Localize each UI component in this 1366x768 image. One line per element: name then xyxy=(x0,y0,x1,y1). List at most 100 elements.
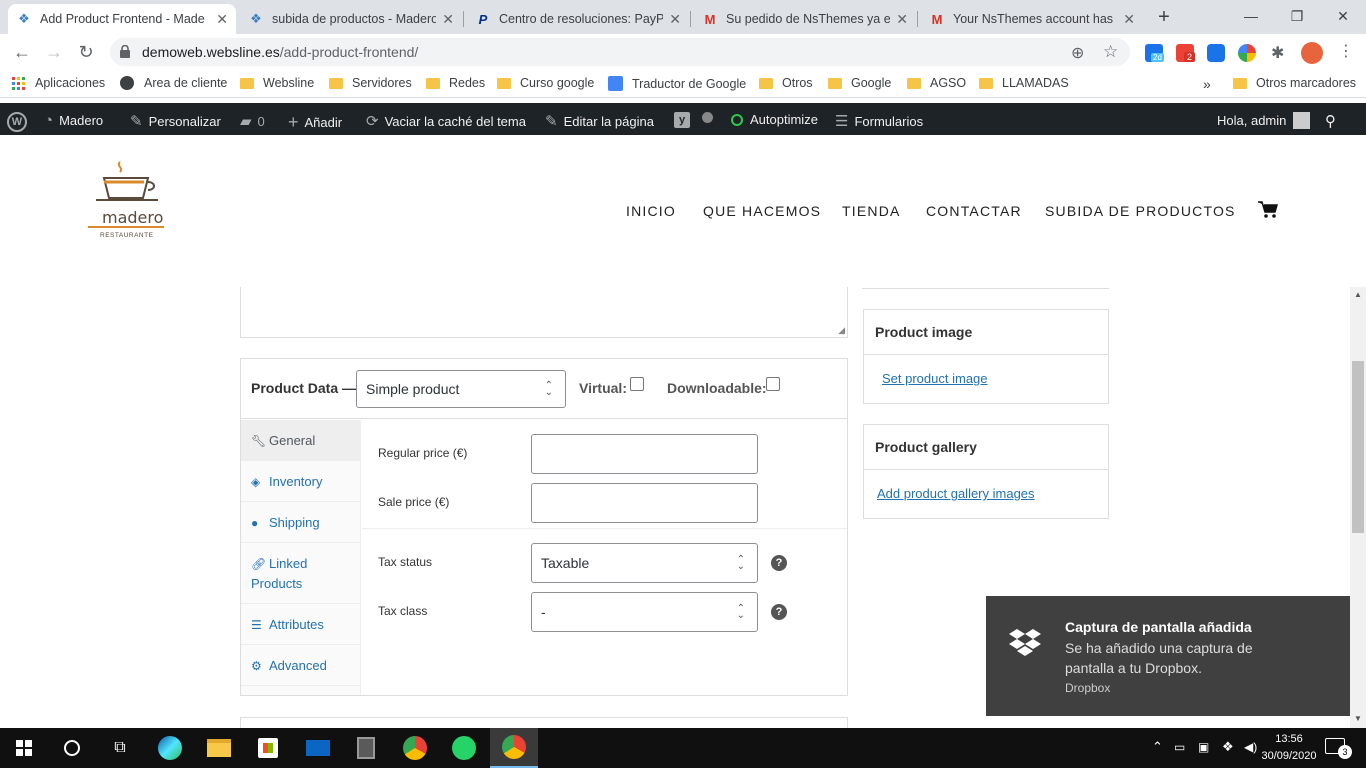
other-bookmarks-folder[interactable]: Otros marcadores xyxy=(1233,76,1356,90)
browser-tab[interactable]: M Your NsThemes account has b ✕ xyxy=(921,4,1143,34)
chrome-icon[interactable] xyxy=(391,728,439,768)
windows-start-icon[interactable] xyxy=(0,728,48,768)
whatsapp-icon[interactable] xyxy=(440,728,488,768)
bookmark-item[interactable]: Traductor de Google xyxy=(608,76,746,91)
add-gallery-images-link[interactable]: Add product gallery images xyxy=(877,486,1035,501)
yoast-seo-icon[interactable]: y xyxy=(674,112,690,128)
bookmark-folder[interactable]: AGSO xyxy=(907,76,966,90)
downloadable-checkbox[interactable] xyxy=(766,377,780,391)
set-product-image-link[interactable]: Set product image xyxy=(882,371,988,386)
bookmark-item[interactable]: Area de cliente xyxy=(120,76,227,90)
forward-arrow-icon[interactable]: → xyxy=(44,42,64,62)
adminbar-add-new[interactable]: + Añadir xyxy=(288,112,342,133)
adminbar-clear-cache[interactable]: ⟳ Vaciar la caché del tema xyxy=(366,112,526,130)
volume-icon[interactable]: ◀) xyxy=(1244,740,1257,754)
tax-class-select[interactable]: - ⌃ ⌄ xyxy=(531,592,758,632)
reload-icon[interactable]: ↻ xyxy=(76,42,96,62)
regular-price-input[interactable] xyxy=(531,434,758,474)
color-picker-extension-icon[interactable] xyxy=(1238,44,1256,62)
close-tab-icon[interactable]: ✕ xyxy=(896,11,908,28)
bookmark-star-icon[interactable]: ☆ xyxy=(1103,42,1118,62)
monitor-icon[interactable]: ▣ xyxy=(1198,740,1209,754)
install-app-icon[interactable]: ⊕ xyxy=(1071,43,1084,63)
browser-tab[interactable]: P Centro de resoluciones: PayPal ✕ xyxy=(467,4,689,34)
nav-que-hacemos[interactable]: QUE HACEMOS xyxy=(703,203,821,219)
bookmark-folder[interactable]: LLAMADAS xyxy=(979,76,1069,90)
nav-contactar[interactable]: CONTACTAR xyxy=(926,203,1022,219)
resize-handle-icon[interactable]: ◢ xyxy=(838,325,845,336)
tray-chevron-icon[interactable]: ⌃ xyxy=(1152,739,1163,755)
scroll-up-arrow-icon[interactable]: ▲ xyxy=(1354,290,1362,299)
adminbar-account[interactable]: Hola, admin xyxy=(1217,112,1311,129)
bookmark-folder[interactable]: Redes xyxy=(426,76,485,90)
cart-icon[interactable] xyxy=(1258,201,1278,222)
chrome-active-icon[interactable] xyxy=(490,728,538,768)
tab-shipping[interactable]: ● Shipping xyxy=(241,502,361,543)
new-tab-button[interactable]: + xyxy=(1152,5,1176,29)
restore-window-icon[interactable]: ❐ xyxy=(1274,0,1320,32)
browser-tab[interactable]: M Su pedido de NsThemes ya est ✕ xyxy=(694,4,916,34)
tax-status-select[interactable]: Taxable ⌃ ⌄ xyxy=(531,543,758,583)
extensions-puzzle-icon[interactable]: ✱ xyxy=(1271,43,1284,63)
adminbar-autoptimize[interactable]: Autoptimize xyxy=(731,112,818,127)
virtual-checkbox[interactable] xyxy=(630,377,644,391)
minimize-window-icon[interactable]: — xyxy=(1228,0,1274,32)
task-view-icon[interactable]: ⧉ xyxy=(96,728,144,768)
mail-app-icon[interactable] xyxy=(294,728,342,768)
bookmark-folder[interactable]: Websline xyxy=(240,76,314,90)
clock-date[interactable]: 30/09/2020 xyxy=(1260,750,1318,762)
chat-extension-icon[interactable] xyxy=(1207,44,1225,62)
nav-subida-de-productos[interactable]: SUBIDA DE PRODUCTOS xyxy=(1045,203,1236,219)
bookmarks-overflow-button[interactable]: » xyxy=(1203,76,1211,92)
adminbar-comments[interactable]: ▰ 0 xyxy=(240,112,265,130)
site-logo[interactable]: madero RESTAURANTE xyxy=(86,158,168,248)
product-type-select[interactable]: Simple product ⌃ ⌄ xyxy=(356,370,566,408)
nav-tienda[interactable]: TIENDA xyxy=(842,203,901,219)
close-tab-icon[interactable]: ✕ xyxy=(669,11,681,28)
tab-linked-products[interactable]: 🔗︎ Linked Products xyxy=(241,543,361,604)
wordpress-logo-icon[interactable]: W xyxy=(7,112,27,132)
tab-inventory[interactable]: ◈ Inventory xyxy=(241,461,361,502)
close-tab-icon[interactable]: ✕ xyxy=(442,11,454,28)
nav-inicio[interactable]: INICIO xyxy=(626,203,676,219)
help-tip-icon[interactable]: ? xyxy=(771,604,787,620)
scroll-down-arrow-icon[interactable]: ▼ xyxy=(1354,714,1362,723)
bookmark-folder[interactable]: Curso google xyxy=(497,76,594,90)
tab-advanced[interactable]: ⚙ Advanced xyxy=(241,645,361,686)
search-icon[interactable]: ⚲ xyxy=(1325,112,1336,130)
bookmark-apps[interactable]: Aplicaciones xyxy=(12,76,105,90)
adminbar-forms[interactable]: ☰ Formularios xyxy=(835,112,923,130)
back-arrow-icon[interactable]: ← xyxy=(12,42,32,62)
browser-menu-icon[interactable]: ⋮ xyxy=(1338,41,1354,61)
notification-center-icon[interactable]: 3 xyxy=(1325,738,1352,759)
search-circle-icon[interactable] xyxy=(48,728,96,768)
browser-tab[interactable]: ❖ subida de productos - Madero ✕ xyxy=(240,4,462,34)
adminbar-customize[interactable]: ✎ Personalizar xyxy=(130,112,221,130)
dropbox-tray-icon[interactable]: ❖ xyxy=(1222,739,1234,755)
file-explorer-icon[interactable] xyxy=(195,728,243,768)
store-icon[interactable] xyxy=(244,728,292,768)
tab-attributes[interactable]: ☰ Attributes xyxy=(241,604,361,645)
bookmark-folder[interactable]: Servidores xyxy=(329,76,412,90)
close-window-icon[interactable]: ✕ xyxy=(1320,0,1366,32)
adminbar-site[interactable]: ◔ Madero xyxy=(44,112,103,129)
dropbox-notification[interactable]: Captura de pantalla añadida Se ha añadid… xyxy=(986,596,1350,716)
calculator-icon[interactable] xyxy=(342,728,390,768)
browser-tab-active[interactable]: ❖ Add Product Frontend - Made ✕ xyxy=(8,4,236,34)
bookmark-folder[interactable]: Google xyxy=(828,76,891,90)
edge-browser-icon[interactable] xyxy=(146,728,194,768)
help-tip-icon[interactable]: ? xyxy=(771,555,787,571)
bookmark-folder[interactable]: Otros xyxy=(759,76,813,90)
scrollbar-thumb[interactable] xyxy=(1352,361,1364,533)
network-icon[interactable]: ▭ xyxy=(1174,740,1185,754)
mail-extension-icon[interactable]: 2 xyxy=(1176,44,1196,62)
lock-icon[interactable] xyxy=(120,44,130,58)
clock-time[interactable]: 13:56 xyxy=(1264,733,1314,745)
close-tab-icon[interactable]: ✕ xyxy=(216,11,228,28)
sale-price-input[interactable] xyxy=(531,483,758,523)
calendar-extension-icon[interactable]: 2d xyxy=(1145,44,1164,62)
adminbar-edit-page[interactable]: ✎ Editar la página xyxy=(545,112,654,130)
close-tab-icon[interactable]: ✕ xyxy=(1123,11,1135,28)
tab-general[interactable]: 🔧︎ General xyxy=(241,420,361,461)
profile-avatar[interactable] xyxy=(1301,42,1323,64)
